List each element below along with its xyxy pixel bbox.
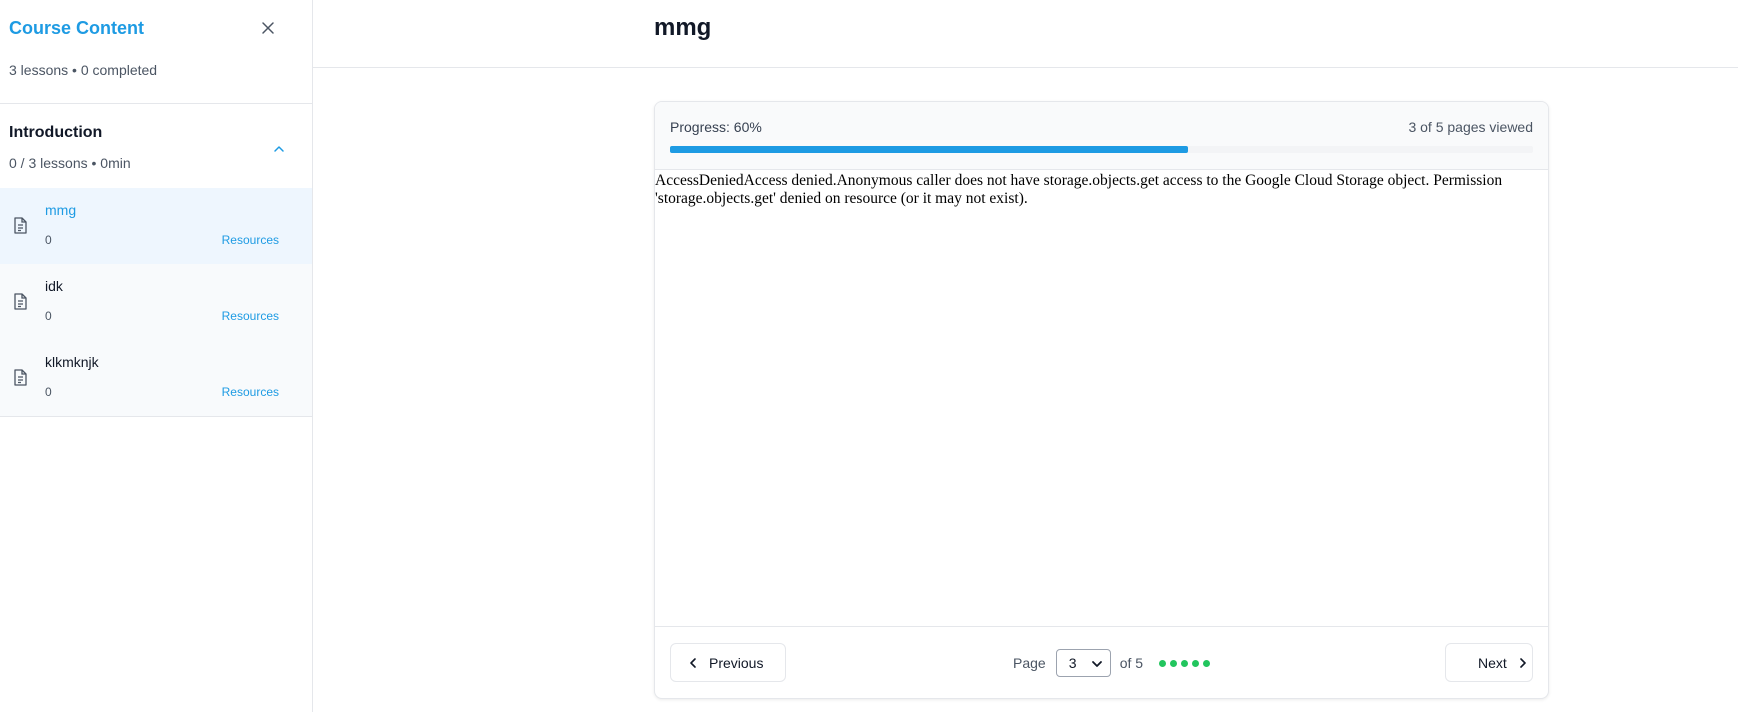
progress-label: Progress: 60% — [670, 119, 762, 135]
resources-link[interactable]: Resources — [222, 385, 279, 399]
lesson-count: 0 — [45, 385, 52, 399]
chevron-up-icon[interactable] — [272, 142, 286, 156]
sidebar-title: Course Content — [9, 18, 144, 38]
section-title: Introduction — [9, 124, 103, 141]
course-sidebar: Course Content 3 lessons • 0 completed I… — [0, 0, 313, 712]
next-label: Next — [1478, 654, 1507, 671]
page-control: Page 3 of 5 — [1013, 649, 1214, 677]
previous-label: Previous — [709, 654, 764, 671]
page-total-label: of 5 — [1119, 655, 1144, 671]
progress-bar — [670, 146, 1533, 153]
page-select[interactable]: 3 — [1055, 649, 1111, 677]
next-button[interactable]: Next — [1445, 643, 1533, 682]
page-select-value: 3 — [1068, 655, 1077, 671]
lesson-list: mmg 0 Resources idk 0 Resources klkmknjk… — [0, 188, 312, 417]
document-icon — [14, 217, 27, 234]
course-summary: 3 lessons • 0 completed — [9, 62, 158, 78]
lesson-count: 0 — [45, 233, 52, 247]
document-icon — [14, 293, 27, 310]
progress-section: Progress: 60% 3 of 5 pages viewed — [655, 102, 1548, 170]
progress-bar-fill — [670, 146, 1188, 153]
lesson-item-klkmknjk[interactable]: klkmknjk 0 Resources — [0, 340, 312, 416]
page-dot — [1159, 659, 1167, 667]
section-introduction[interactable]: Introduction 0 / 3 lessons • 0min — [0, 104, 312, 188]
document-error-text: AccessDeniedAccess denied.Anonymous call… — [655, 172, 1503, 207]
chevron-down-icon — [1091, 661, 1102, 667]
page-dot — [1181, 659, 1189, 667]
main-header: mmg — [313, 0, 1738, 68]
lesson-title: mmg — [45, 202, 77, 218]
chevron-right-icon — [1519, 657, 1526, 668]
section-meta: 0 / 3 lessons • 0min — [9, 155, 131, 171]
lesson-title: klkmknjk — [45, 354, 99, 370]
lesson-item-idk[interactable]: idk 0 Resources — [0, 264, 312, 340]
page-title: mmg — [654, 14, 712, 41]
page-dot — [1203, 659, 1211, 667]
page-dot — [1192, 659, 1200, 667]
document-icon — [14, 369, 27, 386]
lesson-item-mmg[interactable]: mmg 0 Resources — [0, 188, 312, 264]
document-frame[interactable]: AccessDeniedAccess denied.Anonymous call… — [655, 170, 1548, 627]
resources-link[interactable]: Resources — [222, 309, 279, 323]
main-content: mmg Progress: 60% 3 of 5 pages viewed Ac… — [313, 0, 1738, 712]
sidebar-header: Course Content 3 lessons • 0 completed — [0, 0, 312, 104]
pages-viewed-count: 3 of 5 pages viewed — [1408, 119, 1533, 135]
close-icon[interactable] — [260, 20, 276, 36]
app: Course Content 3 lessons • 0 completed I… — [0, 0, 1738, 712]
page-label: Page — [1013, 655, 1046, 671]
previous-button[interactable]: Previous — [670, 643, 786, 682]
resources-link[interactable]: Resources — [222, 233, 279, 247]
lesson-title: idk — [45, 278, 63, 294]
pagination-bar: Previous Page 3 of 5 Next — [655, 627, 1548, 698]
page-dots — [1159, 659, 1214, 667]
document-viewer: Progress: 60% 3 of 5 pages viewed Access… — [654, 101, 1549, 699]
chevron-left-icon — [690, 657, 696, 668]
page-dot — [1170, 659, 1178, 667]
lesson-count: 0 — [45, 309, 52, 323]
